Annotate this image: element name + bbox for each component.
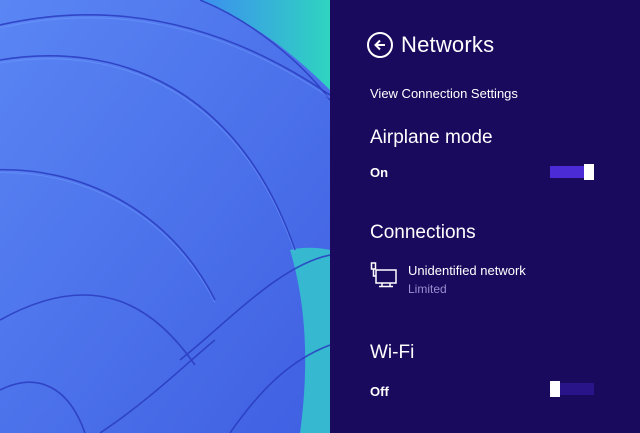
wallpaper-image bbox=[0, 0, 330, 433]
network-status: Limited bbox=[408, 282, 447, 296]
network-list-item[interactable]: Unidentified network Limited bbox=[370, 262, 610, 302]
toggle-track bbox=[550, 166, 586, 178]
network-name: Unidentified network bbox=[408, 263, 526, 278]
airplane-mode-state: On bbox=[370, 165, 389, 180]
connections-heading: Connections bbox=[370, 222, 476, 243]
back-arrow-icon bbox=[374, 39, 385, 51]
wifi-toggle[interactable] bbox=[550, 381, 594, 397]
toggle-thumb bbox=[550, 381, 560, 397]
toggle-thumb bbox=[584, 164, 594, 180]
desktop-wallpaper bbox=[0, 0, 330, 433]
wifi-heading: Wi-Fi bbox=[370, 342, 415, 363]
back-button[interactable] bbox=[367, 32, 393, 58]
page-title: Networks bbox=[401, 32, 495, 57]
airplane-mode-heading: Airplane mode bbox=[370, 127, 493, 148]
airplane-mode-toggle[interactable] bbox=[550, 164, 594, 180]
networks-pane: Networks View Connection Settings Airpla… bbox=[330, 0, 640, 433]
view-connection-settings-link[interactable]: View Connection Settings bbox=[370, 86, 518, 101]
wifi-state: Off bbox=[370, 384, 389, 399]
pane-header: Networks bbox=[367, 30, 494, 60]
wired-network-icon bbox=[370, 262, 397, 288]
